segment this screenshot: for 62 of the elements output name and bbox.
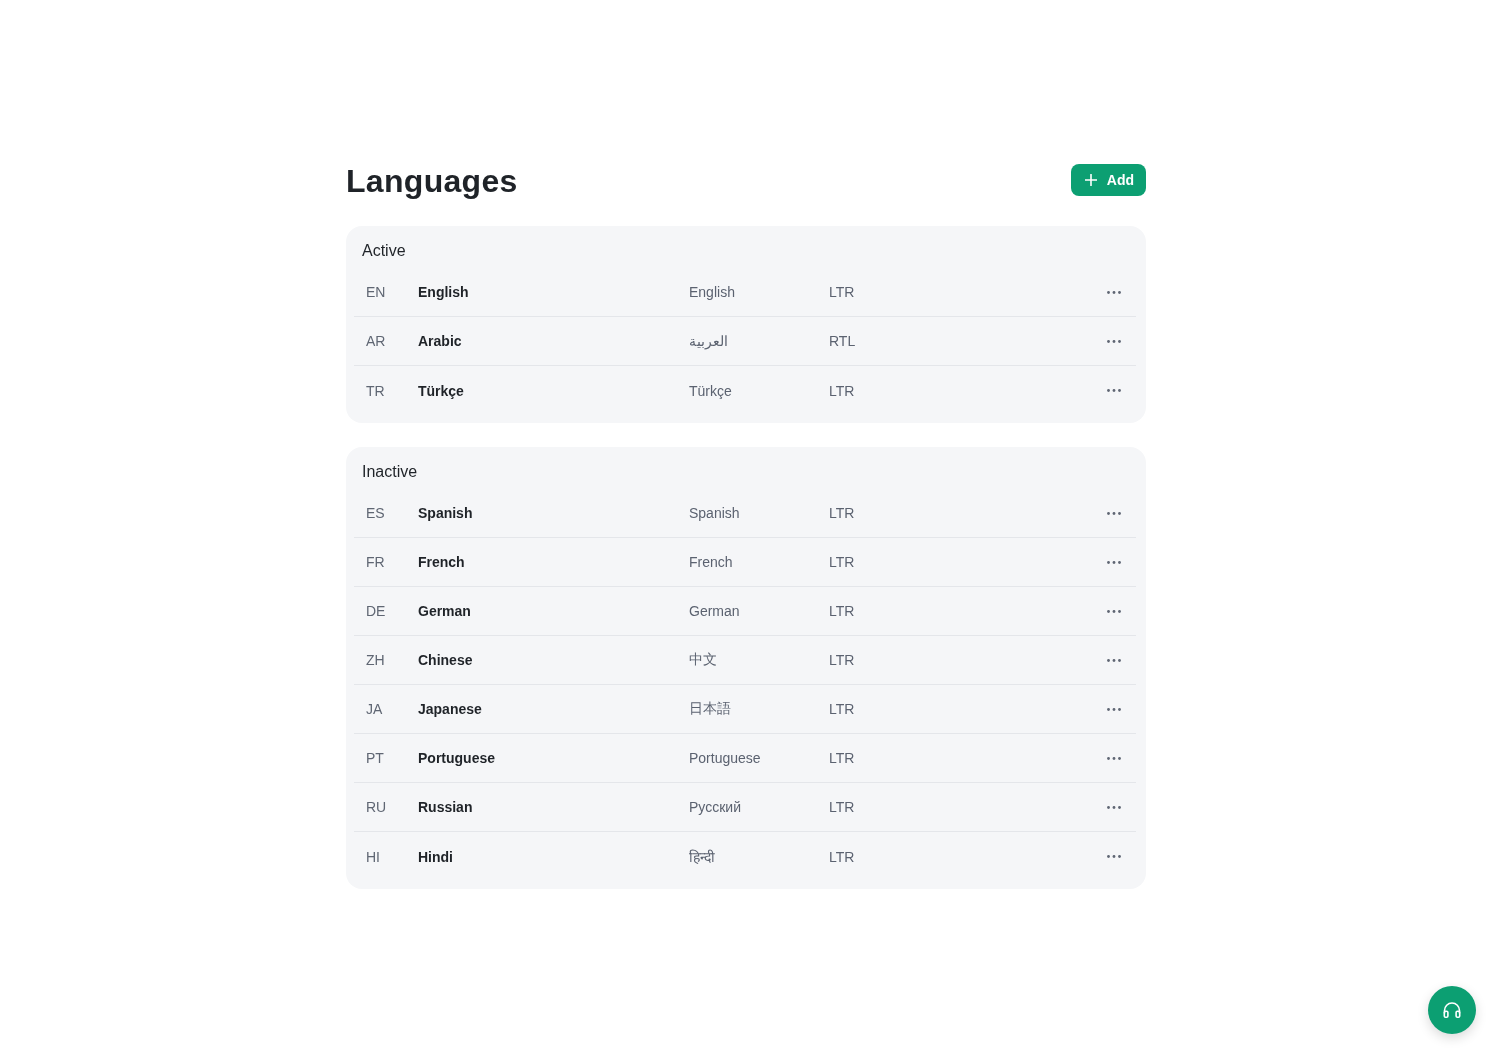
plus-icon — [1084, 174, 1097, 186]
language-name: Türkçe — [418, 382, 464, 399]
group-title: Inactive — [361, 462, 419, 482]
group-title: Active — [361, 241, 407, 261]
language-code: ZH — [366, 652, 385, 668]
language-code: FR — [366, 554, 385, 570]
text-direction: LTR — [829, 382, 855, 399]
language-code: TR — [366, 382, 385, 399]
ellipsis-icon — [1107, 560, 1121, 564]
text-direction: LTR — [829, 284, 855, 300]
support-button[interactable] — [1428, 986, 1476, 1034]
text-direction: RTL — [829, 333, 856, 349]
ellipsis-icon — [1107, 389, 1121, 392]
ellipsis-icon — [1107, 805, 1121, 809]
native-name: Русский — [689, 799, 741, 815]
text-direction: LTR — [829, 603, 855, 619]
ellipsis-icon — [1107, 609, 1121, 613]
language-code: PT — [366, 750, 384, 766]
ellipsis-icon — [1107, 707, 1121, 711]
native-name: Türkçe — [689, 382, 732, 399]
text-direction: LTR — [829, 554, 855, 570]
text-direction: LTR — [829, 750, 855, 766]
native-name: English — [689, 284, 735, 300]
ellipsis-icon — [1107, 290, 1121, 294]
ellipsis-icon — [1107, 658, 1121, 662]
native-name: 中文 — [689, 651, 717, 669]
ellipsis-icon — [1107, 756, 1121, 760]
language-name: Arabic — [418, 333, 462, 349]
language-name: Russian — [418, 799, 473, 815]
text-direction: LTR — [829, 799, 855, 815]
native-name: German — [689, 603, 740, 619]
text-direction: LTR — [829, 652, 855, 668]
language-code: DE — [366, 603, 386, 619]
text-direction: LTR — [829, 848, 855, 865]
native-name: Spanish — [689, 505, 740, 521]
add-button[interactable]: Add — [1070, 164, 1146, 196]
ellipsis-icon — [1107, 339, 1121, 343]
ellipsis-icon — [1107, 511, 1121, 515]
language-code: JA — [366, 701, 383, 717]
language-name: Chinese — [418, 652, 473, 668]
headphones-icon — [1443, 1002, 1461, 1018]
language-name: German — [418, 603, 471, 619]
ellipsis-icon — [1107, 855, 1121, 858]
language-code: HI — [366, 848, 380, 865]
native-name: Portuguese — [689, 750, 761, 766]
text-direction: LTR — [829, 505, 855, 521]
native-name: French — [689, 554, 733, 570]
native-name: العربية — [689, 333, 728, 349]
language-name: Spanish — [418, 505, 473, 521]
language-code: EN — [366, 284, 386, 300]
language-name: Portuguese — [418, 750, 495, 766]
text-direction: LTR — [829, 701, 855, 717]
language-code: RU — [366, 799, 387, 815]
native-name: हिन्दी — [689, 848, 715, 866]
language-name: Japanese — [418, 701, 482, 717]
language-name: English — [418, 284, 469, 300]
native-name: 日本語 — [689, 700, 731, 718]
language-code: ES — [366, 505, 385, 521]
language-code: AR — [366, 333, 386, 349]
language-name: French — [418, 554, 465, 570]
language-name: Hindi — [418, 848, 453, 865]
page-title: Languages — [346, 162, 518, 200]
